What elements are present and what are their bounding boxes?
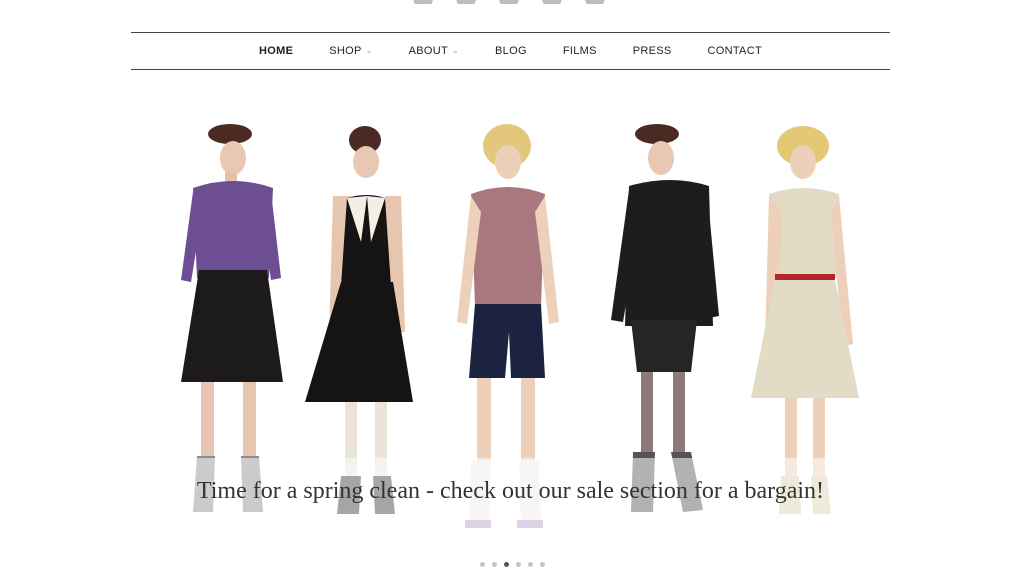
- nav-about[interactable]: ABOUT ⌄: [409, 45, 459, 57]
- slide-dot-5[interactable]: [527, 562, 533, 567]
- site-logo[interactable]: ● ● ● ● ●: [0, 0, 1024, 4]
- slide-dot-3[interactable]: [503, 562, 509, 567]
- chevron-down-icon: ⌄: [365, 46, 373, 55]
- slide-dot-4[interactable]: [515, 562, 521, 567]
- nav-films[interactable]: FILMS: [563, 45, 597, 57]
- nav-home[interactable]: HOME: [259, 45, 293, 57]
- slide-dot-6[interactable]: [539, 562, 545, 567]
- slide-dot-2[interactable]: [491, 562, 497, 567]
- nav-blog[interactable]: BLOG: [495, 45, 527, 57]
- nav-contact[interactable]: CONTACT: [708, 45, 762, 57]
- slide-caption[interactable]: Time for a spring clean - check out our …: [131, 478, 890, 505]
- nav-shop[interactable]: SHOP ⌄: [329, 45, 372, 57]
- nav-press[interactable]: PRESS: [633, 45, 672, 57]
- main-nav: HOME SHOP ⌄ ABOUT ⌄ BLOG FILMS PRESS CONTA…: [131, 32, 890, 70]
- chevron-down-icon: ⌄: [452, 46, 460, 55]
- slide-dot-1[interactable]: [479, 562, 485, 567]
- hero-slider[interactable]: Time for a spring clean - check out our …: [131, 100, 890, 532]
